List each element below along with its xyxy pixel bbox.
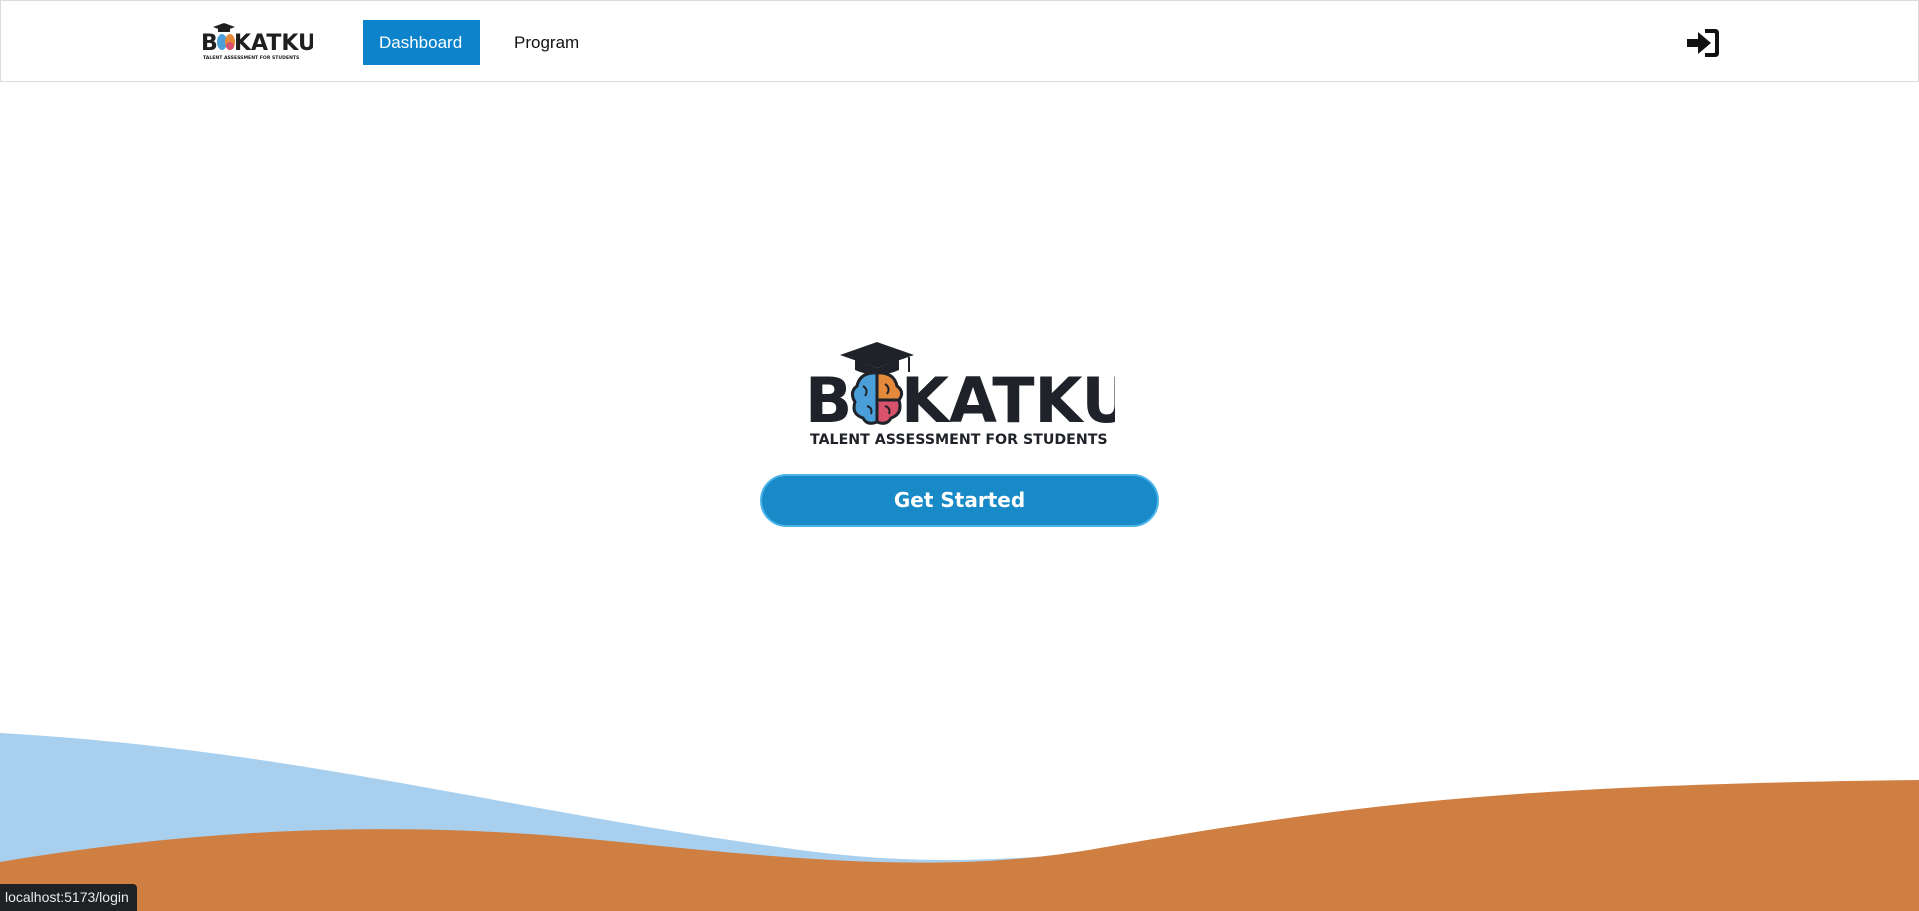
logo-wordmark: KATKU xyxy=(234,31,313,56)
hero-brand-logo: B KATKU TALENT ASSESSMENT FOR STUDENTS xyxy=(805,342,1115,448)
logo-tagline: TALENT ASSESSMENT FOR STUDENTS xyxy=(203,55,299,61)
top-navbar: B KATKU TALENT ASSESSMENT FOR STUDENTS D… xyxy=(0,0,1919,82)
nav-item-dashboard[interactable]: Dashboard xyxy=(363,20,480,65)
get-started-button[interactable]: Get Started xyxy=(760,474,1159,527)
decorative-waves xyxy=(0,733,1919,911)
hero-logo-tagline: TALENT ASSESSMENT FOR STUDENTS xyxy=(810,432,1108,448)
sign-in-icon[interactable] xyxy=(1685,27,1721,59)
nav-item-program[interactable]: Program xyxy=(498,20,604,65)
hero-logo-wordmark: KATKU xyxy=(901,364,1115,437)
status-bar-url: localhost:5173/login xyxy=(0,884,137,911)
hero-logo-letter-b: B xyxy=(805,364,852,437)
logo-letter-b: B xyxy=(201,31,218,56)
page: B KATKU TALENT ASSESSMENT FOR STUDENTS D… xyxy=(0,0,1919,911)
brand-logo-small[interactable]: B KATKU TALENT ASSESSMENT FOR STUDENTS xyxy=(201,21,313,61)
brain-icon xyxy=(850,371,904,425)
